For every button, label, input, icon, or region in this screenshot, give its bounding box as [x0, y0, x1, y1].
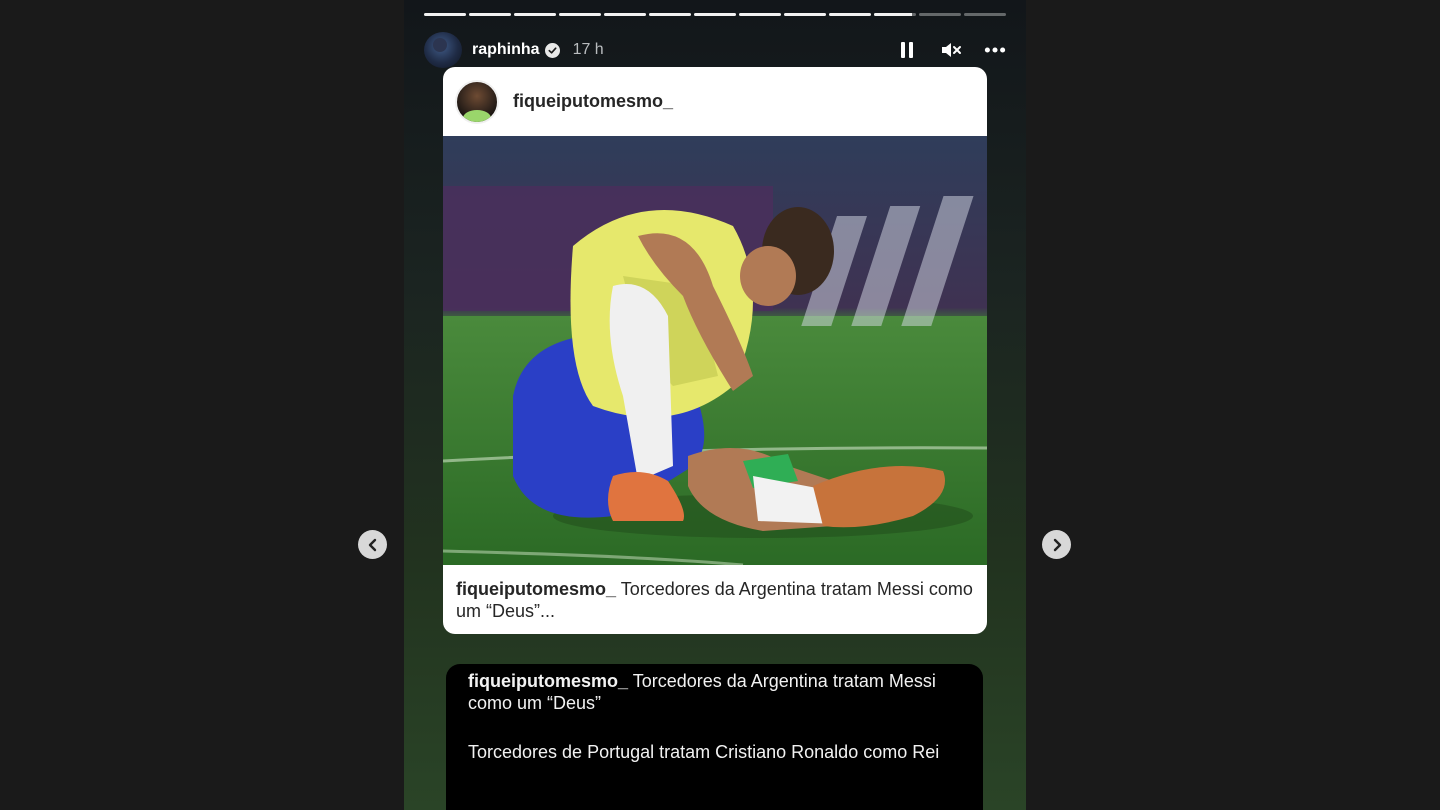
chevron-right-icon	[1053, 538, 1061, 551]
post-time: 17 h	[572, 41, 604, 58]
shared-post-card[interactable]: fiqueiputomesmo_ fiqueiputomesmo_ Torced…	[443, 67, 987, 634]
progress-segment	[649, 13, 691, 16]
chevron-left-icon	[368, 538, 376, 551]
progress-fill	[649, 13, 691, 16]
shared-post-photo[interactable]	[443, 136, 987, 565]
mute-button[interactable]	[940, 39, 962, 61]
progress-fill	[559, 13, 601, 16]
progress-segment	[514, 13, 556, 16]
pause-button[interactable]	[896, 39, 918, 61]
progress-segment	[469, 13, 511, 16]
more-icon	[984, 47, 1006, 53]
story-frame[interactable]: raphinha 17 h fiqueiputomesmo_ fiqueiput…	[404, 0, 1026, 810]
author-avatar[interactable]	[424, 32, 462, 68]
comment-username: fiqueiputomesmo_	[468, 671, 629, 691]
previous-story-button[interactable]	[358, 530, 387, 559]
progress-fill	[469, 13, 511, 16]
shared-post-username[interactable]: fiqueiputomesmo_	[513, 91, 673, 112]
progress-fill	[784, 13, 826, 16]
progress-fill	[514, 13, 556, 16]
shared-post-header: fiqueiputomesmo_	[443, 67, 987, 136]
progress-fill	[424, 13, 466, 16]
progress-fill	[874, 13, 912, 16]
progress-segment	[784, 13, 826, 16]
progress-segment	[829, 13, 871, 16]
story-viewer: raphinha 17 h fiqueiputomesmo_ fiqueiput…	[0, 0, 1440, 810]
more-options-button[interactable]	[984, 39, 1006, 61]
progress-segment	[559, 13, 601, 16]
progress-segment	[964, 13, 1006, 16]
mute-icon	[942, 43, 961, 57]
progress-segment	[604, 13, 646, 16]
progress-fill	[829, 13, 871, 16]
author-username[interactable]: raphinha	[472, 41, 540, 59]
progress-fill	[694, 13, 736, 16]
caption-username[interactable]: fiqueiputomesmo_	[456, 579, 616, 599]
progress-segment	[424, 13, 466, 16]
quoted-comment-box: fiqueiputomesmo_ Torcedores da Argentina…	[446, 664, 983, 810]
progress-fill	[604, 13, 646, 16]
verified-badge-icon	[544, 42, 560, 58]
story-header: raphinha 17 h	[424, 32, 1006, 68]
shared-post-avatar[interactable]	[455, 79, 499, 124]
story-controls	[896, 39, 1006, 61]
progress-segment	[874, 13, 916, 16]
pause-icon	[901, 42, 913, 58]
progress-segment	[739, 13, 781, 16]
comment-line-2: Torcedores de Portugal tratam Cristiano …	[468, 742, 940, 762]
progress-segment	[919, 13, 961, 16]
progress-fill	[739, 13, 781, 16]
story-progress-bar	[424, 13, 1006, 16]
progress-segment	[694, 13, 736, 16]
shared-post-caption: fiqueiputomesmo_ Torcedores da Argentina…	[443, 565, 987, 622]
next-story-button[interactable]	[1042, 530, 1071, 559]
